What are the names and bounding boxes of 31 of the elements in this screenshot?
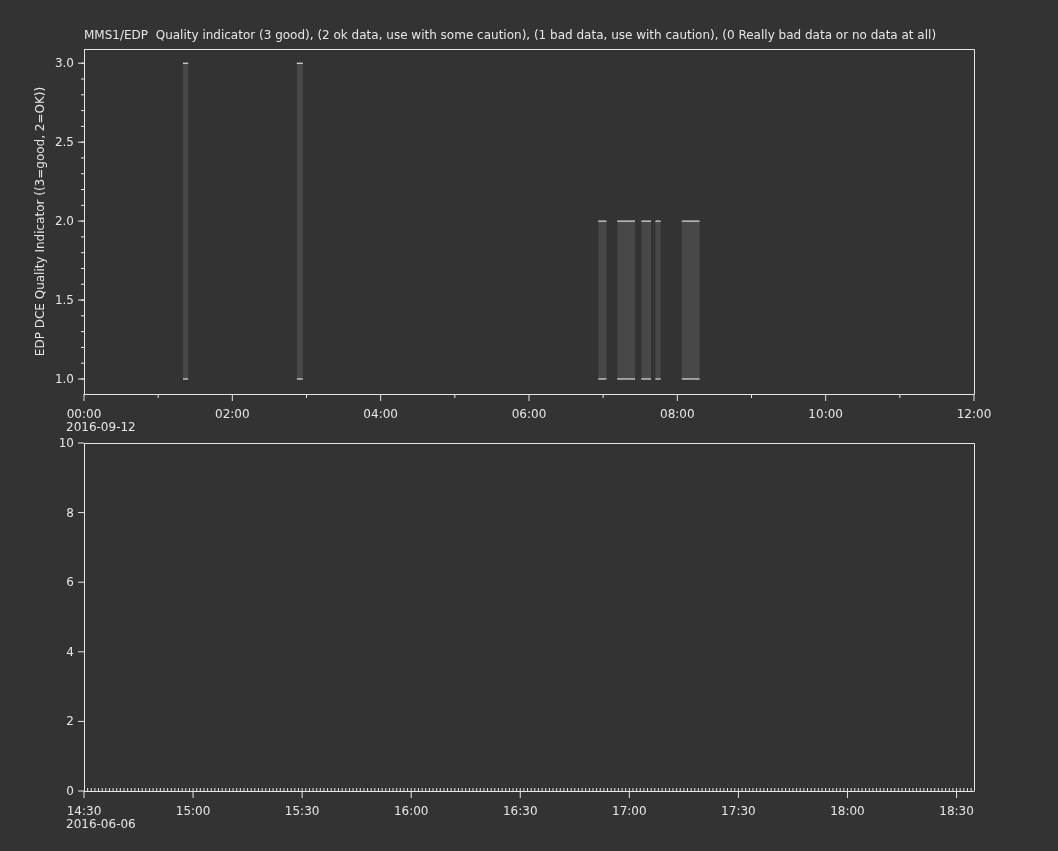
chart-title: MMS1/EDP Quality indicator (3 good), (2 ok data, use with some caution), (1 bad data, use with caution), (0 Really bad data or no data at all): [84, 28, 937, 42]
x-tick-label: 06:00: [511, 407, 547, 421]
x-tick-label: 08:00: [660, 407, 695, 421]
y-tick-label: 1.0: [54, 372, 74, 386]
date-label: 2016-09-12: [66, 420, 136, 434]
x-tick-label: 14:30: [66, 804, 102, 818]
x-tick-label: 02:00: [215, 407, 250, 421]
x-tick-label: 16:30: [503, 804, 538, 818]
x-tick-label: 16:00: [393, 804, 429, 818]
date-label: 2016-06-06: [66, 817, 136, 831]
x-tick-label: 17:00: [612, 804, 647, 818]
x-tick-label: 17:30: [721, 804, 756, 818]
y-tick-label: 0: [66, 784, 74, 798]
y-axis-label: EDP DCE Quality Indicator ((3=good, 2=OK)): [33, 86, 47, 357]
y-tick-label: 4: [66, 644, 74, 659]
y-tick-label: 1.5: [54, 293, 74, 308]
y-tick-label: 3.0: [54, 56, 74, 71]
y-tick-label: 6: [66, 575, 74, 590]
y-tick-label: 10: [58, 438, 74, 450]
x-tick-label: 00:00: [66, 407, 102, 421]
x-tick-label: 04:00: [363, 407, 398, 421]
y-tick-label: 2.5: [54, 135, 74, 150]
y-tick-label: 2: [66, 714, 74, 729]
x-tick-label: 18:00: [830, 804, 865, 818]
x-tick-label: 15:00: [175, 804, 211, 818]
y-tick-label: 8: [66, 505, 74, 520]
x-tick-label: 15:30: [284, 804, 320, 818]
y-tick-label: 2.0: [54, 214, 74, 229]
x-tick-label: 10:00: [808, 407, 843, 421]
x-tick-label: 12:00: [956, 407, 992, 421]
x-tick-label: 18:30: [939, 804, 974, 818]
